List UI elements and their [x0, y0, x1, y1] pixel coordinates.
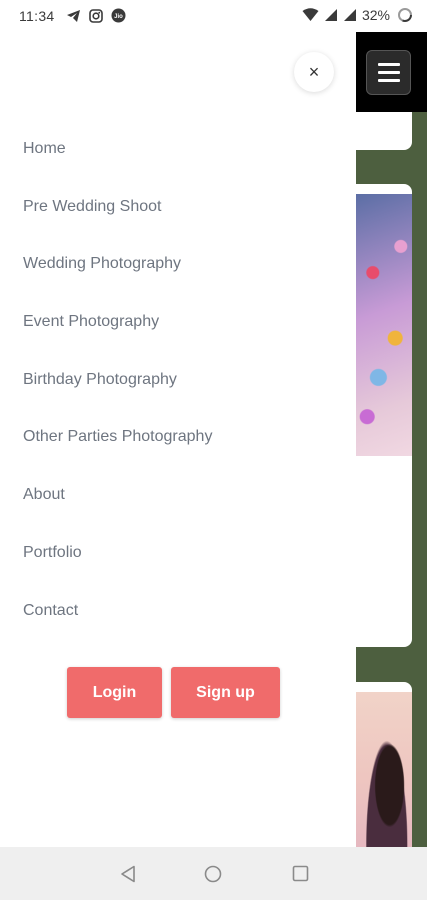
- system-status: 32%: [302, 7, 413, 23]
- nav-item-about[interactable]: About: [0, 469, 356, 527]
- hamburger-icon: [378, 79, 400, 82]
- nav-item-portfolio[interactable]: Portfolio: [0, 527, 356, 585]
- telegram-icon: [67, 9, 80, 22]
- system-nav-bar: [0, 847, 427, 900]
- login-button[interactable]: Login: [67, 667, 162, 718]
- svg-text:Jio: Jio: [114, 14, 123, 20]
- recents-icon[interactable]: [292, 865, 309, 882]
- wifi-icon: [302, 8, 319, 21]
- nav-item-contact[interactable]: Contact: [0, 585, 356, 643]
- close-icon: ×: [308, 61, 320, 82]
- nav-item-home[interactable]: Home: [0, 123, 356, 181]
- signup-button[interactable]: Sign up: [171, 667, 280, 718]
- nav-menu: Home Pre Wedding Shoot Wedding Photograp…: [0, 123, 356, 642]
- nav-item-birthday-photography[interactable]: Birthday Photography: [0, 354, 356, 412]
- auth-buttons: Login Sign up: [67, 667, 280, 718]
- status-bar: 11:34 Jio 32%: [0, 0, 427, 32]
- event-photo: [356, 194, 412, 456]
- instagram-icon: [89, 8, 103, 23]
- back-icon[interactable]: [120, 865, 136, 883]
- close-button[interactable]: ×: [294, 52, 334, 92]
- navigation-drawer: × Home Pre Wedding Shoot Wedding Photogr…: [0, 32, 356, 847]
- battery-icon: [398, 8, 412, 22]
- hamburger-menu-button[interactable]: [366, 50, 411, 95]
- content-card: [356, 112, 412, 150]
- home-icon[interactable]: [204, 865, 222, 883]
- nav-item-wedding-photography[interactable]: Wedding Photography: [0, 238, 356, 296]
- notification-icons: Jio: [66, 8, 126, 23]
- nav-item-other-parties-photography[interactable]: Other Parties Photography: [0, 411, 356, 469]
- status-time: 11:34: [19, 8, 55, 24]
- battery-percent: 32%: [361, 7, 390, 23]
- content-card: [356, 682, 412, 847]
- content-card: [356, 184, 412, 647]
- hamburger-icon: [378, 63, 400, 66]
- page-backdrop: [356, 32, 427, 847]
- portrait-photo: [356, 692, 412, 847]
- nav-item-pre-wedding-shoot[interactable]: Pre Wedding Shoot: [0, 181, 356, 239]
- signal-icon: [324, 9, 337, 21]
- signal-icon: [343, 9, 356, 21]
- jio-icon: Jio: [111, 8, 126, 23]
- site-header: [356, 32, 427, 112]
- nav-item-event-photography[interactable]: Event Photography: [0, 296, 356, 354]
- hamburger-icon: [378, 71, 400, 74]
